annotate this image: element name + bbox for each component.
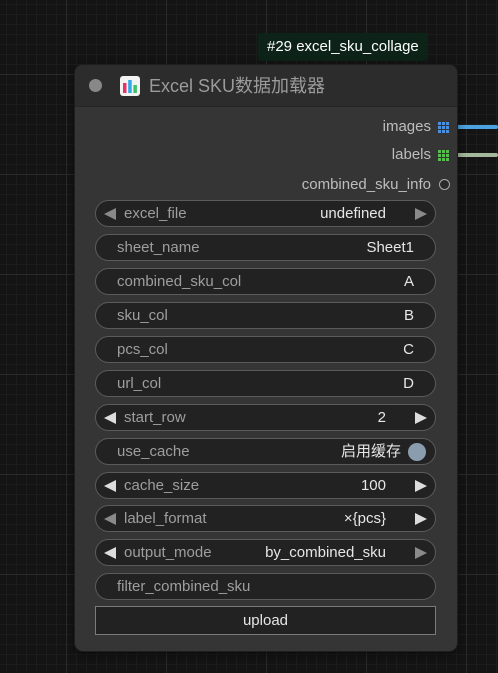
widget-label: pcs_col xyxy=(117,341,168,358)
label-format-increment-arrow-icon[interactable] xyxy=(415,513,427,525)
cache-size-decrement-arrow-icon[interactable] xyxy=(104,480,116,492)
widget-pcs-col[interactable]: pcs_col C xyxy=(95,336,436,363)
widget-sheet-name[interactable]: sheet_name Sheet1 xyxy=(95,234,436,261)
widget-label: excel_file xyxy=(124,205,187,222)
widget-value: C xyxy=(403,341,414,358)
widget-value: by_combined_sku xyxy=(265,544,386,561)
output-slot-images-label: images xyxy=(382,118,431,135)
widget-value: ×{pcs} xyxy=(343,510,386,527)
bar-chart-app-icon xyxy=(120,76,140,96)
combined-sku-info-output-circle-icon[interactable] xyxy=(439,179,450,190)
label-format-decrement-arrow-icon[interactable] xyxy=(104,513,116,525)
widget-value: Sheet1 xyxy=(366,239,414,256)
start-row-decrement-arrow-icon[interactable] xyxy=(104,412,116,424)
widget-label: combined_sku_col xyxy=(117,273,242,290)
node-title-bar[interactable]: Excel SKU数据加载器 xyxy=(75,65,457,107)
widget-url-col[interactable]: url_col D xyxy=(95,370,436,397)
collapse-toggle-icon[interactable] xyxy=(89,79,102,92)
output-slot-labels-label: labels xyxy=(391,146,431,163)
widget-cache-size[interactable]: cache_size 100 xyxy=(95,472,436,499)
widget-label: sku_col xyxy=(117,307,168,324)
widget-label: filter_combined_sku xyxy=(117,578,251,595)
output-mode-increment-arrow-icon[interactable] xyxy=(415,547,427,559)
widget-label: label_format xyxy=(124,510,207,527)
images-output-grid-icon[interactable] xyxy=(438,122,449,133)
widget-label: sheet_name xyxy=(117,239,200,256)
widget-sku-col[interactable]: sku_col B xyxy=(95,302,436,329)
widget-label-format[interactable]: label_format ×{pcs} xyxy=(95,505,436,532)
output-mode-decrement-arrow-icon[interactable] xyxy=(104,547,116,559)
widget-value: B xyxy=(403,307,414,324)
images-wire xyxy=(451,125,498,129)
widget-value: 100 xyxy=(360,477,386,494)
widget-start-row[interactable]: start_row 2 xyxy=(95,404,436,431)
widget-use-cache[interactable]: use_cache 启用缓存 xyxy=(95,438,436,465)
labels-output-grid-icon[interactable] xyxy=(438,150,449,161)
widget-filter-combined-sku[interactable]: filter_combined_sku xyxy=(95,573,436,600)
node-title: Excel SKU数据加载器 xyxy=(149,76,326,96)
output-slot-combined-sku-info-label: combined_sku_info xyxy=(301,176,431,193)
labels-wire xyxy=(451,153,498,157)
widget-value: A xyxy=(403,273,414,290)
widget-output-mode[interactable]: output_mode by_combined_sku xyxy=(95,539,436,566)
cache-size-increment-arrow-icon[interactable] xyxy=(415,480,427,492)
widget-label: cache_size xyxy=(124,477,200,494)
widget-label: use_cache xyxy=(117,443,190,460)
widget-label: output_mode xyxy=(124,544,212,561)
excel-file-decrement-arrow-icon[interactable] xyxy=(104,208,116,220)
excel-sku-loader-node[interactable]: Excel SKU数据加载器 images labels combined_sk… xyxy=(75,65,457,651)
widget-value: D xyxy=(403,375,414,392)
widget-value: 2 xyxy=(377,409,386,426)
widget-value: undefined xyxy=(320,205,386,222)
widget-value: 启用缓存 xyxy=(340,443,401,460)
start-row-increment-arrow-icon[interactable] xyxy=(415,412,427,424)
widget-excel-file[interactable]: excel_file undefined xyxy=(95,200,436,227)
widget-combined-sku-col[interactable]: combined_sku_col A xyxy=(95,268,436,295)
upload-button[interactable]: upload xyxy=(95,606,436,635)
node-id-badge: #29 excel_sku_collage xyxy=(258,33,428,61)
widget-label: url_col xyxy=(117,375,162,392)
use-cache-toggle-knob-icon[interactable] xyxy=(408,443,426,461)
excel-file-increment-arrow-icon[interactable] xyxy=(415,208,427,220)
widget-label: start_row xyxy=(124,409,186,426)
